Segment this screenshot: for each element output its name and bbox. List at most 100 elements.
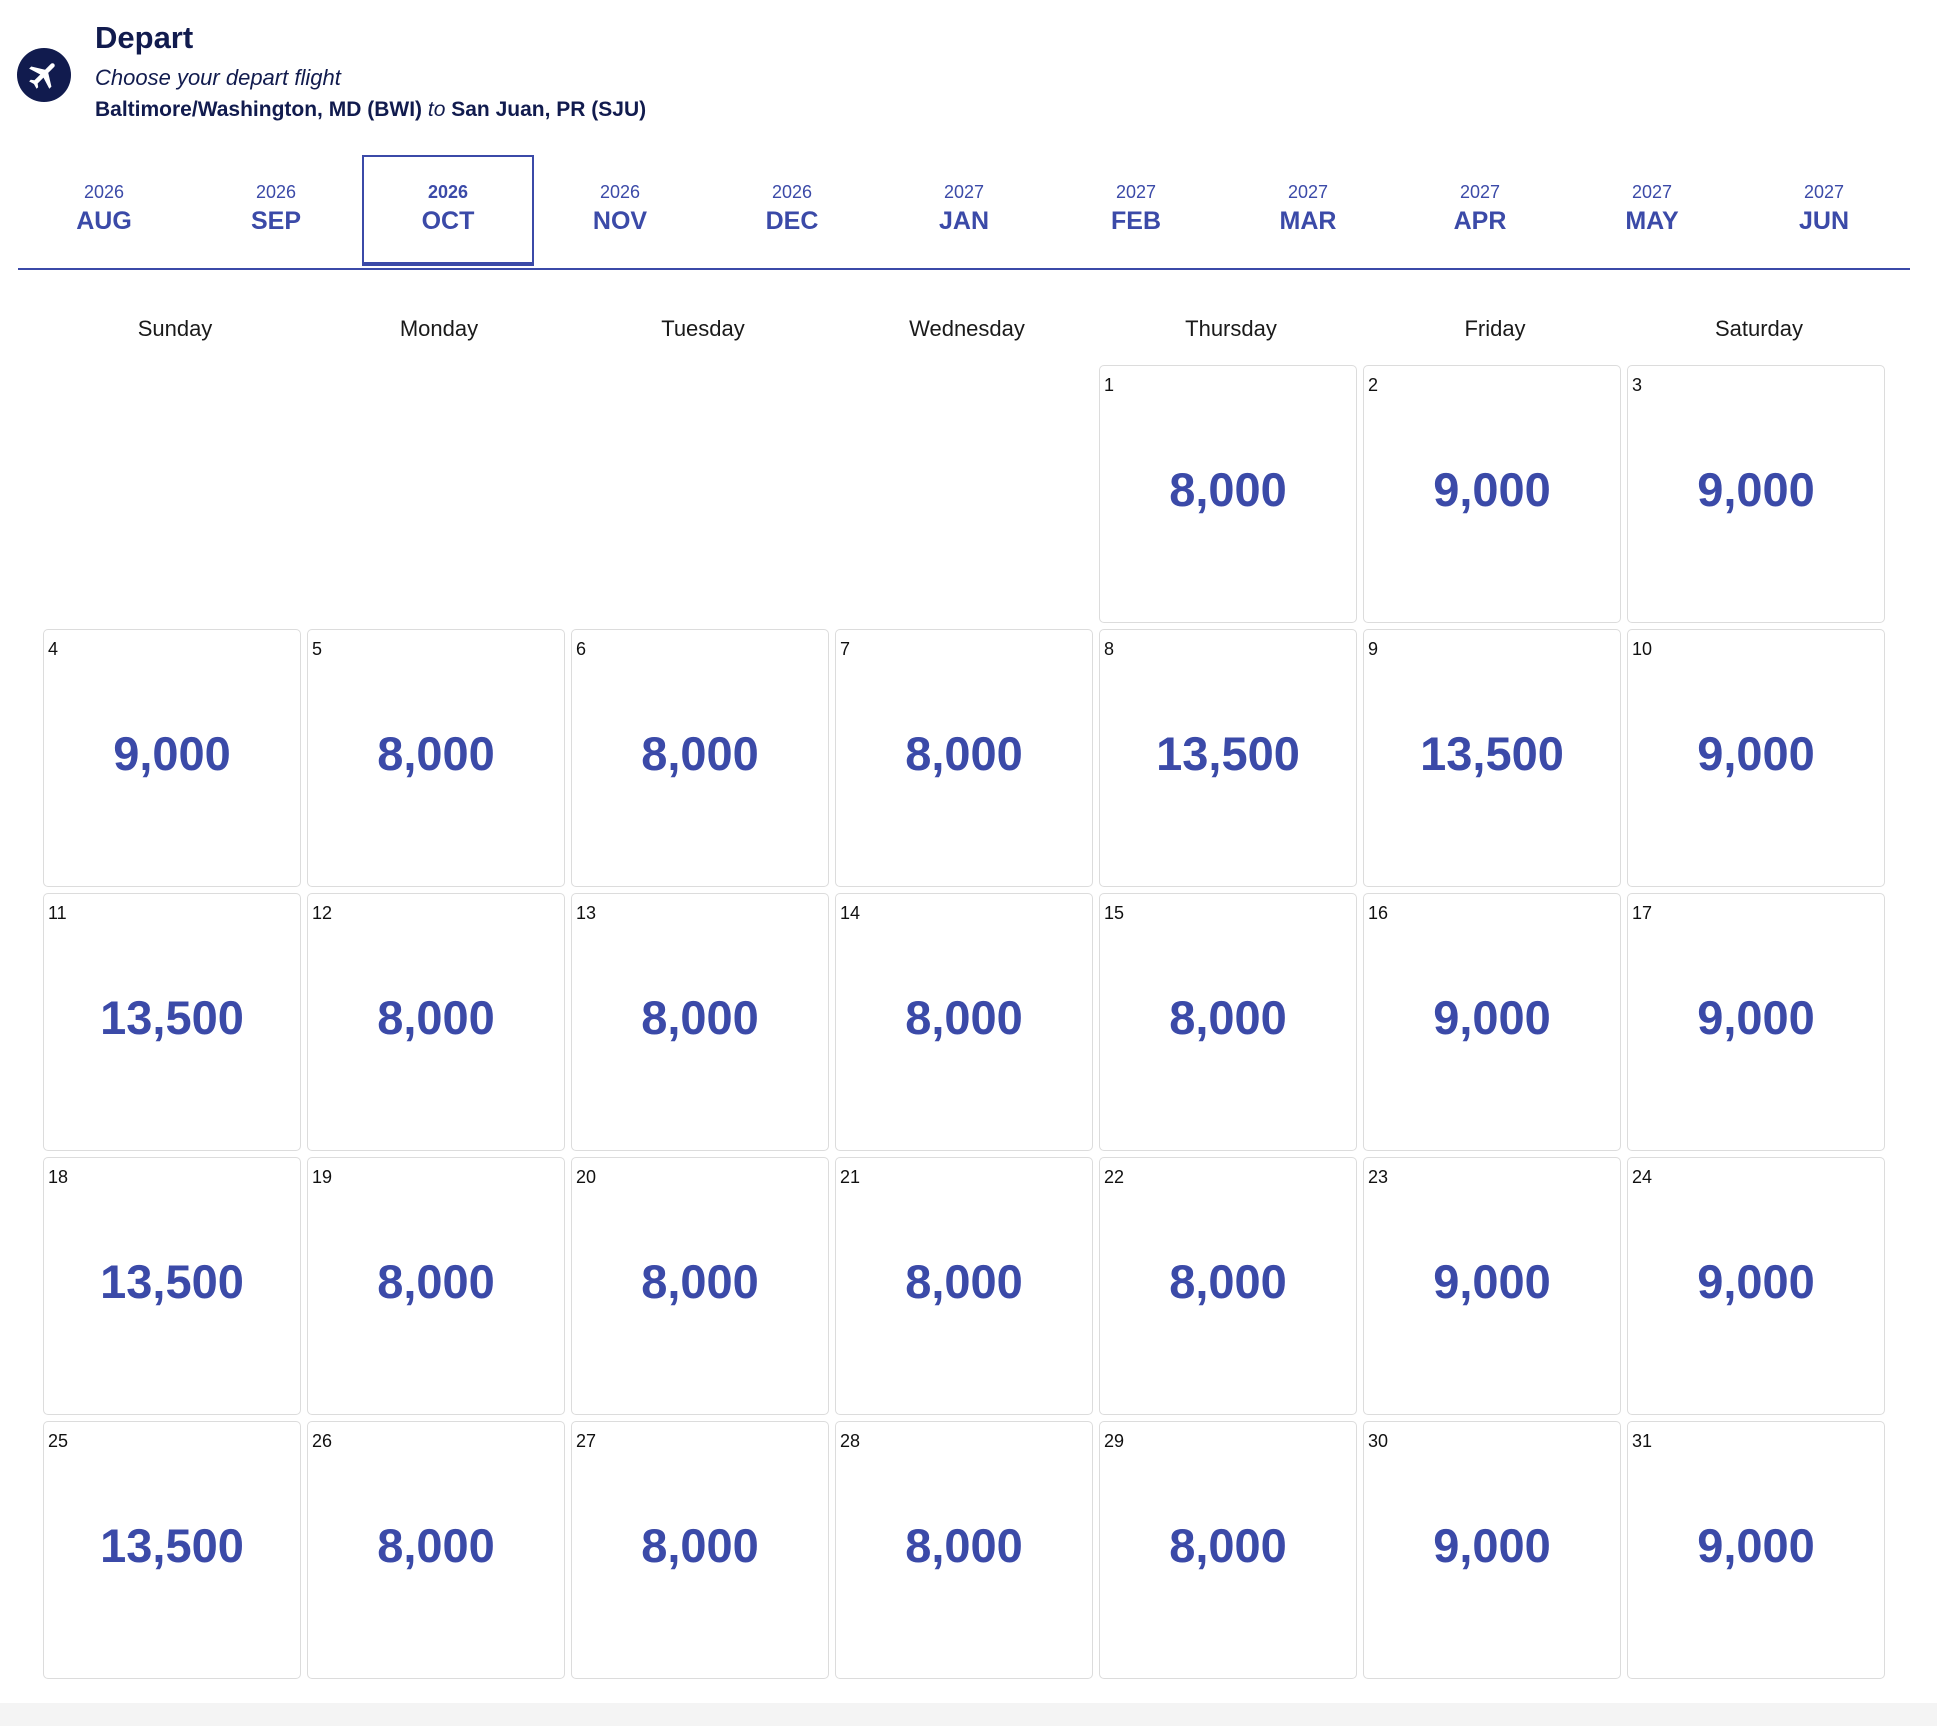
calendar-day-cell[interactable]: 28 8,000 [835,1421,1093,1679]
calendar-day-cell[interactable]: 18 13,500 [43,1157,301,1415]
calendar-day-cell[interactable]: 31 9,000 [1627,1421,1885,1679]
calendar-day-cell[interactable]: 20 8,000 [571,1157,829,1415]
day-number: 14 [840,903,861,923]
month-tab-year: 2027 [943,182,985,202]
month-tab-feb-2027[interactable]: 2027 FEB [1050,155,1222,266]
calendar-day-cell[interactable]: 10 9,000 [1627,629,1885,887]
month-tab-mar-2027[interactable]: 2027 MAR [1222,155,1394,266]
calendar-day-cell[interactable]: 30 9,000 [1363,1421,1621,1679]
calendar-day-cell[interactable]: 16 9,000 [1363,893,1621,1151]
calendar-day-cell[interactable]: 7 8,000 [835,629,1093,887]
calendar-day-cell[interactable]: 3 9,000 [1627,365,1885,623]
calendar-day-cell[interactable]: 9 13,500 [1363,629,1621,887]
route-summary: Baltimore/Washington, MD (BWI) to San Ju… [95,98,646,122]
calendar-day-cell[interactable]: 12 8,000 [307,893,565,1151]
calendar-empty-cell [835,365,1093,623]
month-tab-nov-2026[interactable]: 2026 NOV [534,155,706,266]
month-tab-sep-2026[interactable]: 2026 SEP [190,155,362,266]
calendar-day-cell[interactable]: 27 8,000 [571,1421,829,1679]
calendar-day-cell[interactable]: 4 9,000 [43,629,301,887]
calendar-day-cell[interactable]: 11 13,500 [43,893,301,1151]
day-number: 23 [1368,1167,1389,1187]
calendar-day-cell[interactable]: 5 8,000 [307,629,565,887]
month-tab-jun-2027[interactable]: 2027 JUN [1738,155,1910,266]
day-number: 2 [1368,375,1379,395]
fare-points: 13,500 [1156,727,1300,780]
calendar-day-cell[interactable]: 2 9,000 [1363,365,1621,623]
calendar-day-cell[interactable]: 21 8,000 [835,1157,1093,1415]
fare-points: 8,000 [377,1255,495,1308]
month-tab-apr-2027[interactable]: 2027 APR [1394,155,1566,266]
month-tab-aug-2026[interactable]: 2026 AUG [18,155,190,266]
weekday-tuesday: Tuesday [661,316,745,341]
month-tab-month: FEB [1111,207,1161,235]
day-number: 7 [840,639,851,659]
fare-points: 8,000 [905,991,1023,1044]
calendar-day-cell[interactable]: 14 8,000 [835,893,1093,1151]
month-tab-year: 2027 [1115,182,1157,202]
day-number: 27 [576,1431,597,1451]
fare-points: 9,000 [113,727,231,780]
day-number: 12 [312,903,333,923]
day-number: 15 [1104,903,1125,923]
calendar-day-cell[interactable]: 24 9,000 [1627,1157,1885,1415]
fare-points: 8,000 [1169,991,1287,1044]
calendar-day-cell[interactable]: 6 8,000 [571,629,829,887]
day-number: 26 [312,1431,333,1451]
day-number: 22 [1104,1167,1125,1187]
calendar-day-cell[interactable]: 22 8,000 [1099,1157,1357,1415]
day-number: 1 [1104,375,1115,395]
fare-points: 8,000 [905,1255,1023,1308]
month-tab-jan-2027[interactable]: 2027 JAN [878,155,1050,266]
calendar-day-cell[interactable]: 26 8,000 [307,1421,565,1679]
fare-points: 9,000 [1697,991,1815,1044]
day-number: 20 [576,1167,597,1187]
calendar-day-cell[interactable]: 19 8,000 [307,1157,565,1415]
calendar-day-cell[interactable]: 13 8,000 [571,893,829,1151]
route-connector: to [427,98,446,121]
month-tab-month: MAR [1279,207,1337,235]
month-tab-year: 2026 [83,182,125,202]
fare-points: 9,000 [1697,1255,1815,1308]
fare-points: 8,000 [641,991,759,1044]
fare-points: 8,000 [1169,463,1287,516]
month-tab-month: APR [1453,207,1507,235]
airplane-icon [17,48,71,102]
day-number: 28 [840,1431,861,1451]
fare-points: 8,000 [377,991,495,1044]
month-tabs: 2026 AUG 2026 SEP 2026 OCT 2026 NOV 2026 DEC 2027 J… [18,155,1910,270]
calendar-day-cell[interactable]: 23 9,000 [1363,1157,1621,1415]
calendar-day-cell[interactable]: 15 8,000 [1099,893,1357,1151]
month-tab-month: DEC [765,207,819,235]
calendar-day-cell[interactable]: 25 13,500 [43,1421,301,1679]
day-number: 29 [1104,1431,1125,1451]
fare-points: 8,000 [377,1519,495,1572]
calendar-day-cell[interactable]: 8 13,500 [1099,629,1357,887]
day-number: 9 [1368,639,1379,659]
month-tab-oct-2026[interactable]: 2026 OCT [362,155,534,266]
day-number: 13 [576,903,597,923]
month-tab-dec-2026[interactable]: 2026 DEC [706,155,878,266]
weekday-sunday: Sunday [137,316,213,341]
page-footer-strip [0,1703,1937,1726]
fare-points: 9,000 [1433,1519,1551,1572]
fare-points: 9,000 [1433,991,1551,1044]
page-title: Depart [95,20,194,55]
fare-points: 8,000 [641,727,759,780]
calendar-day-cell[interactable]: 1 8,000 [1099,365,1357,623]
fare-points: 8,000 [905,1519,1023,1572]
day-number: 5 [312,639,323,659]
destination-airport: San Juan, PR (SJU) [451,98,647,121]
page-subtitle: Choose your depart flight [95,65,341,90]
day-number: 30 [1368,1431,1389,1451]
fare-points: 13,500 [100,991,244,1044]
day-number: 4 [48,639,59,659]
fare-points: 8,000 [641,1519,759,1572]
calendar-day-cell[interactable]: 17 9,000 [1627,893,1885,1151]
month-tab-may-2027[interactable]: 2027 MAY [1566,155,1738,266]
weekday-saturday: Saturday [1714,316,1804,341]
day-number: 8 [1104,639,1115,659]
weekday-wednesday: Wednesday [909,316,1025,341]
calendar-day-cell[interactable]: 29 8,000 [1099,1421,1357,1679]
calendar-empty-cell [307,365,565,623]
